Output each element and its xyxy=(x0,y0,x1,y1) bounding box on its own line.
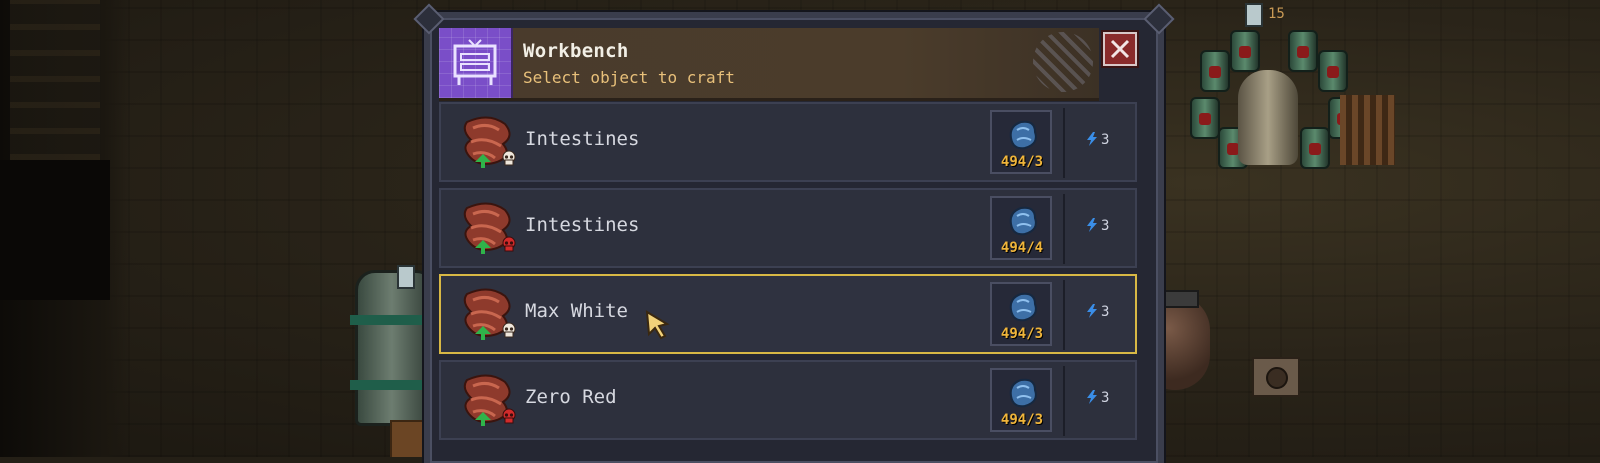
stone-figure xyxy=(1238,70,1298,165)
column-divider xyxy=(1063,108,1065,178)
craft-item-label: Zero Red xyxy=(525,386,617,408)
energy-cost: 3 xyxy=(1086,218,1109,234)
still-band xyxy=(350,315,435,325)
resource-slot: 494/3 xyxy=(990,110,1052,174)
resource-slot: 494/3 xyxy=(990,368,1052,432)
craft-item-label: Intestines xyxy=(525,128,640,150)
craft-item-row[interactable]: Zero Red 494/3 3 xyxy=(439,360,1137,440)
speaker-device xyxy=(1252,357,1300,397)
window-title: Workbench xyxy=(523,40,629,62)
lightning-icon xyxy=(1087,390,1097,404)
jar xyxy=(1300,127,1330,169)
header-ornament xyxy=(1033,32,1093,92)
wall-shelf xyxy=(10,0,100,160)
energy-value: 3 xyxy=(1101,218,1110,234)
window-header: Workbench Select object to craft xyxy=(439,28,1099,101)
column-divider xyxy=(1063,280,1065,350)
world-counter: 15 xyxy=(1268,6,1285,22)
blue-ore-icon xyxy=(1009,206,1037,236)
still-band xyxy=(350,380,435,390)
lightning-icon xyxy=(1087,218,1097,232)
craft-item-row-selected[interactable]: Max White 494/3 3 xyxy=(439,274,1137,354)
skull-white-icon xyxy=(502,322,516,338)
column-divider xyxy=(1063,194,1065,264)
jar xyxy=(1190,97,1220,139)
window-subtitle: Select object to craft xyxy=(523,68,735,87)
resource-count: 494/4 xyxy=(1000,240,1044,256)
energy-cost: 3 xyxy=(1086,132,1109,148)
close-icon xyxy=(1110,39,1130,59)
jar xyxy=(1230,30,1260,72)
resource-slot: 494/3 xyxy=(990,282,1052,346)
craft-item-label: Intestines xyxy=(525,214,640,236)
craft-item-label: Max White xyxy=(525,300,628,322)
resource-count: 494/3 xyxy=(1000,326,1044,342)
flask-marker-icon xyxy=(397,265,415,289)
skull-red-icon xyxy=(502,408,516,424)
energy-value: 3 xyxy=(1101,132,1110,148)
craft-item-row[interactable]: Intestines 494/4 3 xyxy=(439,188,1137,268)
skull-red-icon xyxy=(502,236,516,252)
skull-white-icon xyxy=(502,150,516,166)
energy-value: 3 xyxy=(1101,390,1110,406)
blue-ore-icon xyxy=(1009,120,1037,150)
flask-marker-icon xyxy=(1245,3,1263,27)
lightning-icon xyxy=(1087,132,1097,146)
workbench-window: Workbench Select object to craft Intesti… xyxy=(424,12,1164,463)
wooden-bench xyxy=(1340,95,1395,165)
resource-slot: 494/4 xyxy=(990,196,1052,260)
blue-ore-icon xyxy=(1009,292,1037,322)
energy-cost: 3 xyxy=(1086,304,1109,320)
mouse-cursor-icon xyxy=(645,310,670,340)
resource-count: 494/3 xyxy=(1000,154,1044,170)
lightning-icon xyxy=(1087,304,1097,318)
column-divider xyxy=(1063,366,1065,436)
doorway xyxy=(0,160,110,300)
jar xyxy=(1200,50,1230,92)
energy-cost: 3 xyxy=(1086,390,1109,406)
blue-ore-icon xyxy=(1009,378,1037,408)
craft-item-row[interactable]: Intestines 494/3 3 xyxy=(439,102,1137,182)
jar xyxy=(1288,30,1318,72)
close-button[interactable] xyxy=(1103,32,1137,66)
workbench-icon xyxy=(439,28,513,98)
energy-value: 3 xyxy=(1101,304,1110,320)
resource-count: 494/3 xyxy=(1000,412,1044,428)
jar xyxy=(1318,50,1348,92)
